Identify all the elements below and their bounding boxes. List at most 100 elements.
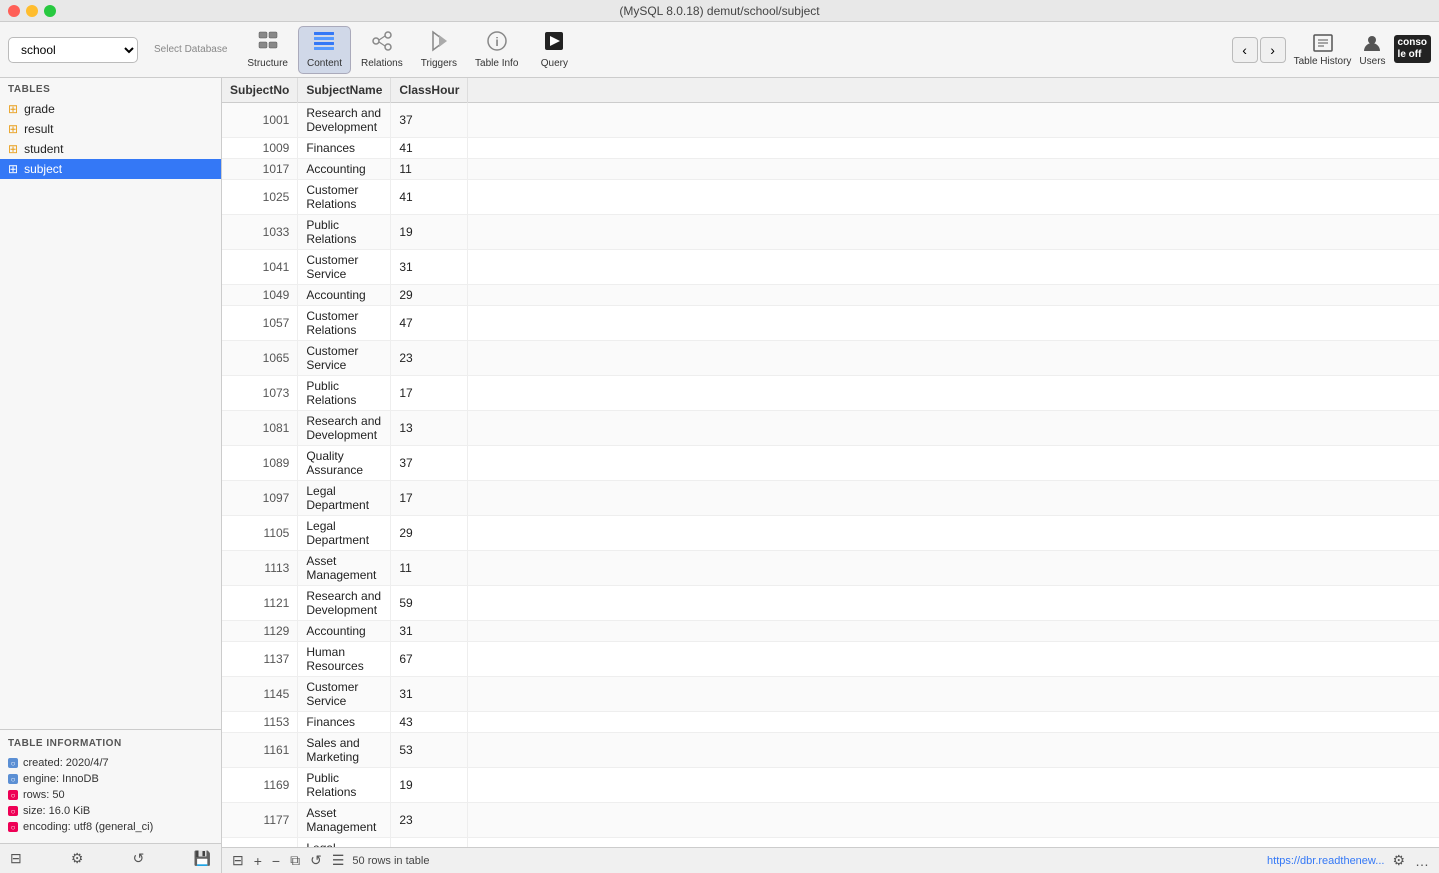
info-engine-label: engine: InnoDB xyxy=(23,773,99,785)
cell-r15-c1: Research and Development xyxy=(298,586,391,621)
sidebar-item-student[interactable]: ⊞ student xyxy=(0,139,221,159)
table-row: 1017Accounting11 xyxy=(222,159,1439,180)
nav-back-button[interactable]: ‹ xyxy=(1232,37,1258,63)
cell-r10-c2: 13 xyxy=(391,411,468,446)
cell-r19-c1: Finances xyxy=(298,712,391,733)
sidebar-item-grade[interactable]: ⊞ grade xyxy=(0,99,221,119)
refresh-btn[interactable]: ↺ xyxy=(308,850,324,871)
subject-table-label: subject xyxy=(24,162,62,176)
table-row: 1129Accounting31 xyxy=(222,621,1439,642)
cell-r20-c2: 53 xyxy=(391,733,468,768)
nav-forward-button[interactable]: › xyxy=(1260,37,1286,63)
cell-r6-c1: Accounting xyxy=(298,285,391,306)
table-wrap[interactable]: SubjectNo SubjectName ClassHour 1001Rese… xyxy=(222,78,1439,847)
student-table-icon: ⊞ xyxy=(8,142,18,156)
triggers-icon xyxy=(428,30,450,56)
cell-r4-extra xyxy=(468,215,1439,250)
cell-r9-c1: Public Relations xyxy=(298,376,391,411)
filter-btn[interactable]: ☰ xyxy=(330,850,347,871)
table-row: 1161Sales and Marketing53 xyxy=(222,733,1439,768)
subject-table-icon: ⊞ xyxy=(8,162,18,176)
cell-r6-c2: 29 xyxy=(391,285,468,306)
query-icon xyxy=(543,30,565,56)
db-select[interactable]: school xyxy=(8,37,138,63)
table-row: 1145Customer Service31 xyxy=(222,677,1439,712)
cell-r16-c1: Accounting xyxy=(298,621,391,642)
tool-buttons: Structure Content Relations Triggers i T… xyxy=(239,26,580,74)
main-layout: TABLES ⊞ grade ⊞ result ⊞ student ⊞ subj… xyxy=(0,78,1439,873)
table-row: 1057Customer Relations47 xyxy=(222,306,1439,341)
cell-r9-extra xyxy=(468,376,1439,411)
structure-button[interactable]: Structure xyxy=(239,26,296,74)
console-button[interactable]: console off Console xyxy=(1394,35,1431,65)
status-settings-btn[interactable]: ⚙ xyxy=(1390,850,1407,871)
cell-r21-extra xyxy=(468,768,1439,803)
cell-r7-c0: 1057 xyxy=(222,306,298,341)
cell-r22-c1: Asset Management xyxy=(298,803,391,838)
window-controls xyxy=(8,5,56,17)
cell-r12-extra xyxy=(468,481,1439,516)
info-created: ○ created: 2020/4/7 xyxy=(8,755,213,771)
sidebar-item-result[interactable]: ⊞ result xyxy=(0,119,221,139)
cell-r5-c1: Customer Service xyxy=(298,250,391,285)
cell-r3-c1: Customer Relations xyxy=(298,180,391,215)
table-row: 1025Customer Relations41 xyxy=(222,180,1439,215)
remove-row-btn[interactable]: − xyxy=(270,851,282,871)
cell-r9-c0: 1073 xyxy=(222,376,298,411)
cell-r10-c0: 1081 xyxy=(222,411,298,446)
info-rows-dot: ○ xyxy=(8,790,18,800)
cell-r11-c1: Quality Assurance xyxy=(298,446,391,481)
cell-r10-extra xyxy=(468,411,1439,446)
info-size-label: size: 16.0 KiB xyxy=(23,805,90,817)
sidebar-cols-btn[interactable]: ⊟ xyxy=(6,848,26,869)
cell-r21-c2: 19 xyxy=(391,768,468,803)
query-button[interactable]: Query xyxy=(528,26,580,74)
cell-r11-extra xyxy=(468,446,1439,481)
cell-r2-c1: Accounting xyxy=(298,159,391,180)
close-button[interactable] xyxy=(8,5,20,17)
cell-r3-c2: 41 xyxy=(391,180,468,215)
cell-r18-extra xyxy=(468,677,1439,712)
info-encoding: ○ encoding: utf8 (general_ci) xyxy=(8,819,213,835)
tableinfo-icon: i xyxy=(486,30,508,56)
cell-r19-c0: 1153 xyxy=(222,712,298,733)
sidebar-gear-btn[interactable]: ⚙ xyxy=(67,848,88,869)
info-engine: ○ engine: InnoDB xyxy=(8,771,213,787)
cell-r23-extra xyxy=(468,838,1439,848)
relations-label: Relations xyxy=(361,58,403,69)
table-history-button[interactable]: Table History xyxy=(1294,32,1352,67)
cell-r6-extra xyxy=(468,285,1439,306)
maximize-button[interactable] xyxy=(44,5,56,17)
cell-r1-c2: 41 xyxy=(391,138,468,159)
sidebar-refresh-btn[interactable]: ↺ xyxy=(129,848,149,869)
cell-r0-c2: 37 xyxy=(391,103,468,138)
users-button[interactable]: Users xyxy=(1359,32,1385,67)
sidebar-save-btn[interactable]: 💾 xyxy=(190,848,215,869)
status-extra-btn[interactable]: … xyxy=(1413,851,1431,871)
cell-r8-extra xyxy=(468,341,1439,376)
cell-r16-c0: 1129 xyxy=(222,621,298,642)
cell-r18-c1: Customer Service xyxy=(298,677,391,712)
status-bar: ⊟ + − ⧉ ↺ ☰ 50 rows in table https://dbr… xyxy=(222,847,1439,873)
table-row: 1121Research and Development59 xyxy=(222,586,1439,621)
triggers-button[interactable]: Triggers xyxy=(413,26,465,74)
cell-r20-extra xyxy=(468,733,1439,768)
cols-toggle-btn[interactable]: ⊟ xyxy=(230,850,246,871)
tables-section: TABLES ⊞ grade ⊞ result ⊞ student ⊞ subj… xyxy=(0,78,221,729)
cell-r15-c2: 59 xyxy=(391,586,468,621)
add-row-btn[interactable]: + xyxy=(252,851,264,871)
result-table-icon: ⊞ xyxy=(8,122,18,136)
cell-r19-c2: 43 xyxy=(391,712,468,733)
tableinfo-button[interactable]: i Table Info xyxy=(467,26,526,74)
cell-r15-c0: 1121 xyxy=(222,586,298,621)
table-row: 1097Legal Department17 xyxy=(222,481,1439,516)
data-table: SubjectNo SubjectName ClassHour 1001Rese… xyxy=(222,78,1439,847)
minimize-button[interactable] xyxy=(26,5,38,17)
content-button[interactable]: Content xyxy=(298,26,351,74)
cell-r4-c2: 19 xyxy=(391,215,468,250)
title-bar: (MySQL 8.0.18) demut/school/subject xyxy=(0,0,1439,22)
relations-button[interactable]: Relations xyxy=(353,26,411,74)
sidebar-item-subject[interactable]: ⊞ subject xyxy=(0,159,221,179)
duplicate-row-btn[interactable]: ⧉ xyxy=(288,850,302,871)
users-label: Users xyxy=(1359,56,1385,67)
